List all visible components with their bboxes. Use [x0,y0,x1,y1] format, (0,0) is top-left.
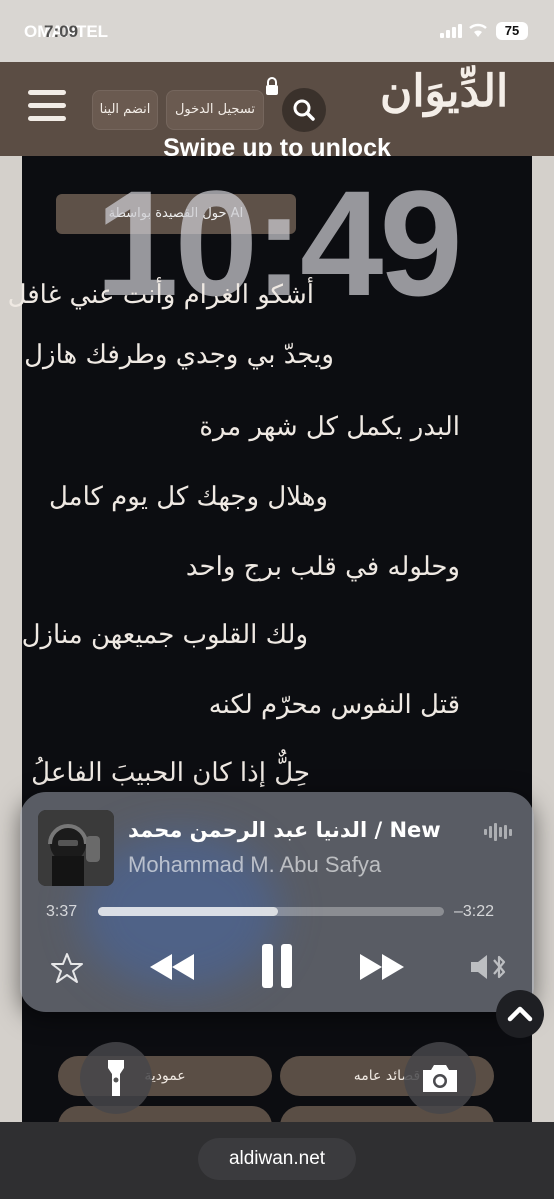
camera-icon [423,1065,457,1092]
audio-wave-icon [484,822,512,842]
album-art[interactable] [38,810,114,886]
camera-button[interactable] [404,1042,476,1114]
signal-icon [440,24,462,38]
chevron-up-icon [507,1006,533,1022]
address-bar[interactable]: aldiwan.net [198,1138,356,1180]
site-logo[interactable]: الدِّيوَان [380,66,510,117]
bluetooth-speaker-icon[interactable] [468,952,510,982]
poem-line: أشكو الغرام وأنت عني غافل [7,280,314,310]
fast-forward-icon[interactable] [356,950,408,984]
poem-line: قتل النفوس محرّم لكنه [208,690,460,720]
search-icon [293,99,315,121]
poem-line: وهلال وجهك كل يوم كامل [48,482,328,512]
menu-button[interactable] [28,90,66,124]
poem-line: وحلوله في قلب برج واحد [185,552,460,582]
lock-icon [266,77,278,95]
elapsed-time: 3:37 [46,903,78,920]
pause-icon[interactable] [258,942,296,990]
rewind-icon[interactable] [146,950,198,984]
wifi-icon [469,23,487,37]
flashlight-button[interactable] [80,1042,152,1114]
progress-fill [98,907,278,916]
search-button[interactable] [282,88,326,132]
status-bar: OMANTEL 7:09 75 [0,0,554,62]
playback-progress[interactable] [98,907,444,916]
poem-line: ويجدّ بي وجدي وطرفك هازل [24,340,334,370]
poem-line: ولك القلوب جميعهن منازل [21,620,308,650]
track-artist: Mohammad M. Abu Safya [128,852,382,877]
poem-line: البدر يكمل كل شهر مرة [199,412,460,442]
star-icon[interactable] [50,952,84,984]
track-title: الدنيا عبد الرحمن محمد / New [128,818,441,842]
battery-icon: 75 [496,22,528,40]
poem-line: حِلٌّ إذا كان الحبيبَ الفاعلُ [31,758,310,788]
hamburger-icon [28,90,66,95]
remaining-time: –3:22 [454,903,495,920]
join-button[interactable]: انضم الينا [92,90,158,130]
flashlight-icon [108,1060,124,1096]
status-time: 7:09 [44,22,79,41]
login-button[interactable]: تسجيل الدخول [166,90,264,130]
scroll-to-top-button[interactable] [496,990,544,1038]
